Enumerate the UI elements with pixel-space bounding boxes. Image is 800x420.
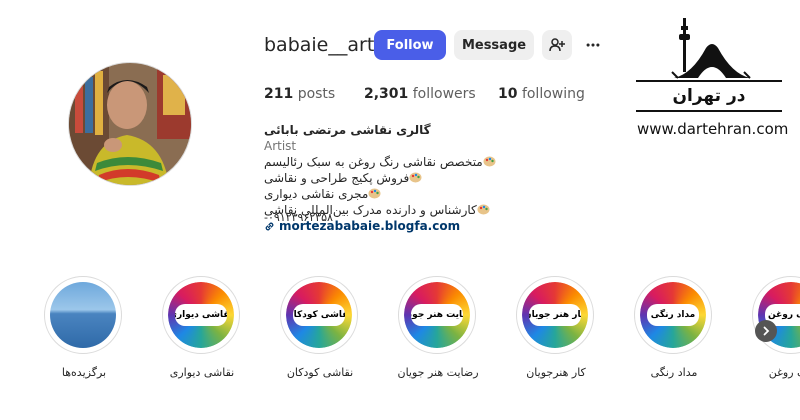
highlight-label: برگزیده‌ها	[61, 366, 107, 379]
palette-icon	[477, 204, 490, 215]
highlight-label: کار هنرجویان	[526, 366, 586, 379]
highlight-cover: کار هنر جویان	[516, 276, 594, 354]
followers-label: followers	[412, 86, 476, 102]
posts-stat: 211 posts	[264, 86, 335, 102]
watermark-rule-bottom	[636, 110, 782, 112]
following-stat[interactable]: 10 following	[498, 86, 585, 102]
profile-username: babaie__art	[264, 34, 375, 56]
bio-link-text: mortezababaie.blogfa.com	[279, 219, 461, 233]
following-label: following	[521, 86, 585, 102]
color-wheel: مداد رنگی	[640, 282, 706, 348]
color-wheel: رضایت هنر جویان	[404, 282, 470, 348]
highlight-cover: نقاشی دیواری	[162, 276, 240, 354]
highlight-badge: مداد رنگی	[647, 304, 699, 326]
highlight-label: رنگ روغن	[768, 366, 800, 379]
bio-line-text: مجری نقاشی دیواری	[264, 187, 369, 201]
highlight-item[interactable]: برگزیده‌ها	[44, 276, 124, 379]
highlights-next-button[interactable]	[755, 320, 777, 342]
bio-line-text: فروش پکیج طراحی و نقاشی	[264, 171, 410, 185]
color-wheel: کار هنر جویان	[522, 282, 588, 348]
more-options-button[interactable]	[580, 30, 606, 60]
bio-line: فروش پکیج طراحی و نقاشی	[264, 170, 422, 186]
avatar-photo	[69, 63, 191, 185]
link-icon	[265, 222, 274, 230]
highlight-badge: نقاشی کودکان	[293, 304, 345, 326]
bio-name: گالری نقاشی مرتضی بابائی	[264, 123, 431, 137]
color-wheel: نقاشی دیواری	[168, 282, 234, 348]
highlight-cover: رضایت هنر جویان	[398, 276, 476, 354]
bio-line: متخصص نقاشی رنگ روغن به سبک رئالیسم	[264, 154, 496, 170]
watermark-persian-text: در تهران	[672, 86, 746, 106]
highlight-item[interactable]: نقاشی کودکان نقاشی کودکان	[280, 276, 360, 379]
sea-photo	[50, 282, 116, 348]
watermark-rule-top	[636, 80, 782, 82]
highlight-item[interactable]: مداد رنگی مداد رنگی	[634, 276, 714, 379]
following-count: 10	[498, 86, 518, 102]
highlight-badge: رضایت هنر جویان	[411, 304, 463, 326]
watermark-url: www.dartehran.com	[637, 120, 789, 138]
followers-stat[interactable]: 2,301 followers	[364, 86, 476, 102]
posts-count: 211	[264, 86, 294, 102]
follow-button[interactable]: Follow	[374, 30, 446, 60]
highlight-badge: نقاشی دیواری	[175, 304, 227, 326]
message-button[interactable]: Message	[454, 30, 534, 60]
highlight-label: نقاشی کودکان	[286, 366, 354, 379]
highlight-item[interactable]: نقاشی دیواری نقاشی دیواری	[162, 276, 242, 379]
highlight-cover: رنگ روغن	[752, 276, 800, 354]
highlight-label: مداد رنگی	[650, 366, 698, 379]
profile-avatar[interactable]	[68, 62, 192, 186]
palette-icon	[368, 188, 381, 199]
highlight-badge: کار هنر جویان	[529, 304, 581, 326]
chevron-right-icon	[763, 326, 770, 336]
tehran-skyline-logo	[671, 18, 751, 79]
highlight-label: نقاشی دیواری	[169, 366, 235, 379]
more-options-icon	[586, 43, 600, 47]
highlight-cover: نقاشی کودکان	[280, 276, 358, 354]
highlight-item[interactable]: کار هنر جویان کار هنرجویان	[516, 276, 596, 379]
palette-icon	[409, 172, 422, 183]
highlight-item[interactable]: رضایت هنر جویان رضایت هنر جویان	[397, 276, 479, 379]
add-user-icon	[549, 38, 565, 52]
followers-count: 2,301	[364, 86, 409, 102]
palette-icon	[483, 156, 496, 167]
highlight-cover	[44, 276, 122, 354]
suggest-follow-button[interactable]	[542, 30, 572, 60]
color-wheel: نقاشی کودکان	[286, 282, 352, 348]
highlight-label: رضایت هنر جویان	[397, 366, 479, 379]
posts-label: posts	[297, 86, 336, 102]
highlight-cover: مداد رنگی	[634, 276, 712, 354]
bio-link[interactable]: mortezababaie.blogfa.com	[264, 218, 460, 234]
bio-line-text: متخصص نقاشی رنگ روغن به سبک رئالیسم	[264, 155, 483, 169]
bio-category: Artist	[264, 139, 297, 153]
bio-line: مجری نقاشی دیواری	[264, 186, 381, 202]
